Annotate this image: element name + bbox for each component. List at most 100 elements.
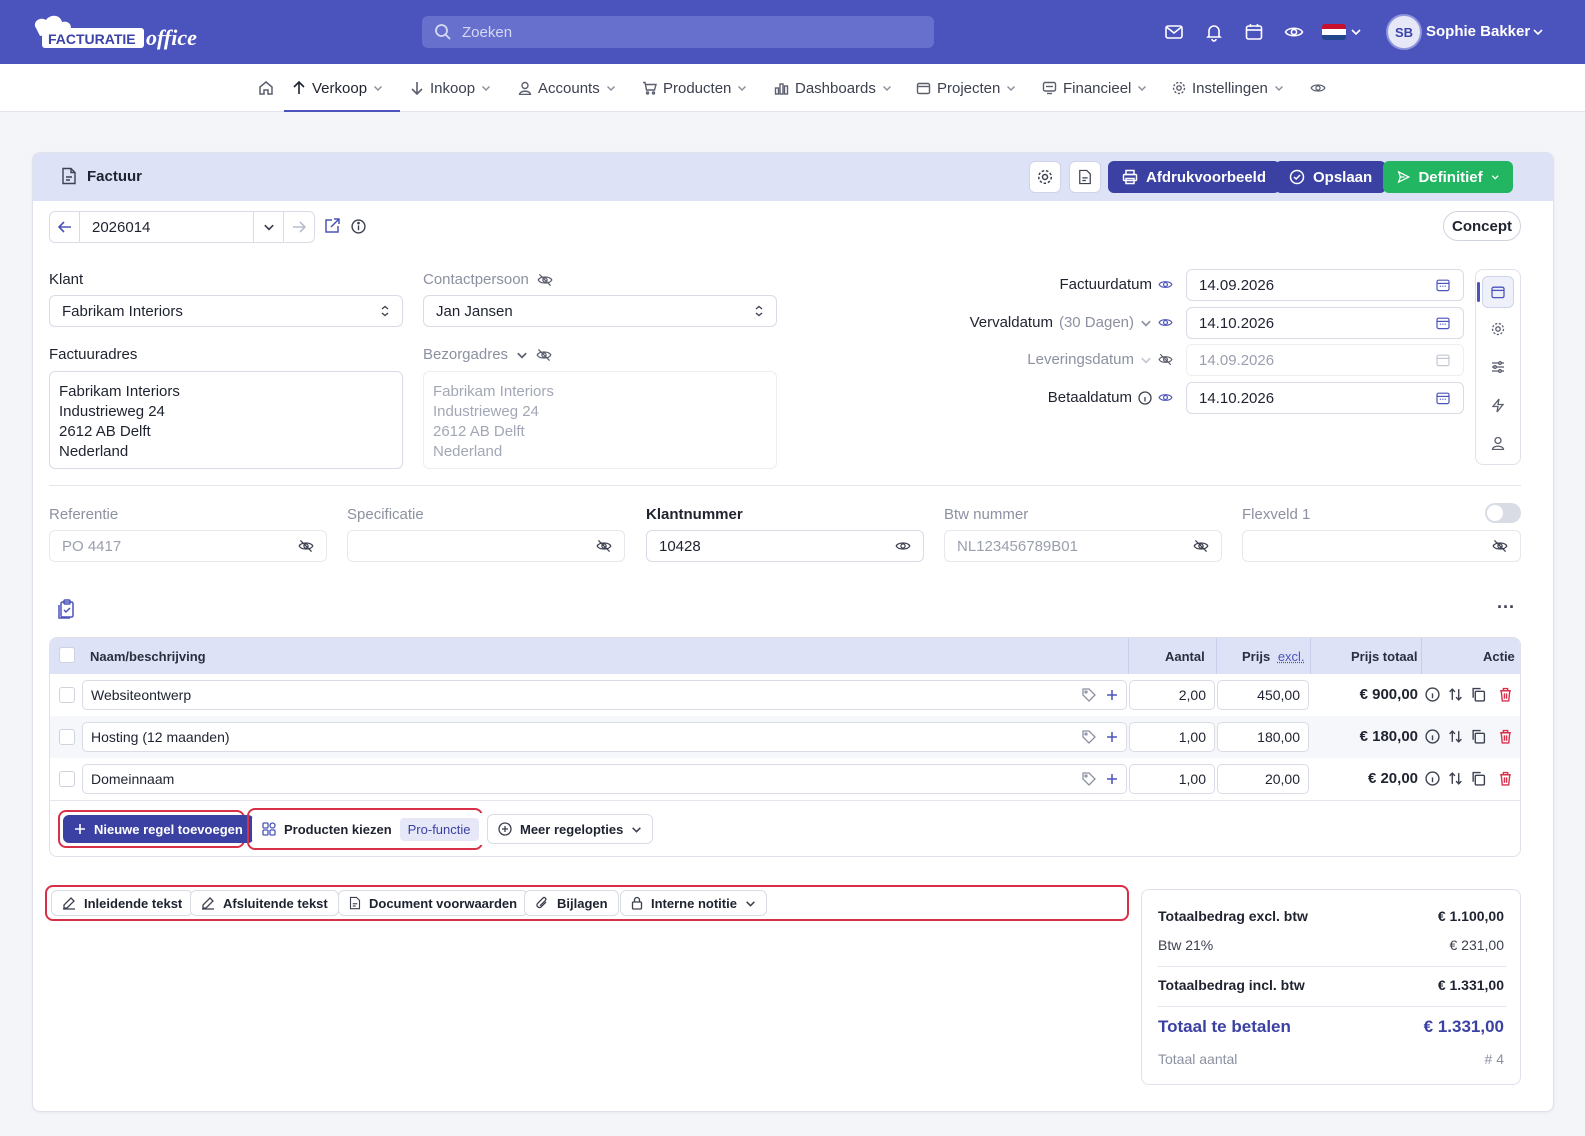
user-name[interactable]: Sophie Bakker: [1426, 23, 1530, 40]
closing-text-button[interactable]: Afsluitende tekst: [190, 890, 339, 916]
next-invoice-button[interactable]: [284, 212, 314, 242]
row-checkbox[interactable]: [59, 729, 75, 745]
vat-number-input[interactable]: NL123456789B01: [944, 530, 1222, 562]
calendar-icon[interactable]: [1244, 22, 1264, 42]
total-label: Totaal aantal: [1158, 1051, 1238, 1067]
nav-item-accounts[interactable]: Accounts: [518, 64, 616, 112]
invoice-number-input[interactable]: 2026014: [80, 212, 254, 242]
flex-field-label: Flexveld 1: [1242, 506, 1311, 523]
eye-icon[interactable]: [1284, 22, 1304, 42]
intro-text-button[interactable]: Inleidende tekst: [51, 890, 194, 916]
clipboard-icon[interactable]: [57, 599, 75, 619]
row-checkbox[interactable]: [59, 771, 75, 787]
previous-invoice-button[interactable]: [50, 212, 80, 242]
reference-input[interactable]: PO 4417: [49, 530, 327, 562]
sort-icon: [1449, 772, 1462, 785]
search-bar[interactable]: Zoeken: [422, 16, 934, 48]
reference-label: Referentie: [49, 506, 119, 523]
sliders-icon[interactable]: [1491, 360, 1505, 374]
total-incl-row: Totaalbedrag incl. btw € 1.331,00: [1158, 977, 1504, 993]
customer-number-input[interactable]: 10428: [646, 530, 924, 562]
row-checkbox[interactable]: [59, 687, 75, 703]
pdf-button[interactable]: [1069, 161, 1101, 193]
print-preview-button[interactable]: Afdrukvoorbeeld: [1108, 161, 1281, 193]
flex-field-toggle[interactable]: [1485, 503, 1521, 523]
delivery-address[interactable]: Fabrikam Interiors Industrieweg 24 2612 …: [423, 371, 777, 469]
brand-logo[interactable]: FACTURATIE office: [30, 14, 206, 50]
total-excl-row: Totaalbedrag excl. btw € 1.100,00: [1158, 908, 1504, 924]
finalize-button[interactable]: Definitief: [1383, 161, 1513, 193]
nav-item-verkoop[interactable]: Verkoop: [292, 64, 383, 112]
home-icon[interactable]: [258, 64, 274, 112]
side-calendar-button[interactable]: [1482, 276, 1514, 308]
chevron-down-icon[interactable]: [1532, 26, 1552, 46]
item-name-input[interactable]: Hosting (12 maanden): [82, 722, 1127, 752]
table-row: Hosting (12 maanden) 1,00 180,00 € 180,0…: [50, 716, 1520, 758]
lightning-icon[interactable]: [1491, 398, 1505, 413]
select-all-checkbox[interactable]: [59, 647, 75, 663]
external-link-icon[interactable]: [323, 217, 341, 235]
info-icon[interactable]: [351, 219, 366, 234]
due-hint: (30 Dagen): [1058, 314, 1134, 331]
language-flag-icon[interactable]: [1322, 24, 1346, 40]
attachments-button[interactable]: Bijlagen: [524, 890, 619, 916]
item-name-input[interactable]: Domeinnaam: [82, 764, 1127, 794]
price-input[interactable]: 450,00: [1217, 680, 1309, 710]
price-header-text: Prijs: [1242, 649, 1271, 664]
item-name-input[interactable]: Websiteontwerp: [82, 680, 1127, 710]
total-value: # 4: [1484, 1051, 1504, 1067]
monitor-icon: [1042, 81, 1057, 95]
qty-input[interactable]: 2,00: [1129, 680, 1215, 710]
mail-icon[interactable]: [1164, 22, 1184, 42]
column-divider: [1421, 638, 1422, 674]
row-actions: [1425, 687, 1513, 702]
nav-active-indicator: [284, 110, 400, 112]
settings-button[interactable]: [1029, 161, 1061, 193]
contact-select[interactable]: Jan Jansen: [423, 295, 777, 327]
field-value: PO 4417: [62, 537, 122, 555]
address-line: Nederland: [433, 443, 503, 460]
eye-icon[interactable]: [1310, 64, 1326, 112]
copy-icon: [1472, 729, 1486, 744]
price-input[interactable]: 20,00: [1217, 764, 1309, 794]
nav-item-producten[interactable]: Producten: [642, 64, 747, 112]
save-button[interactable]: Opslaan: [1275, 161, 1387, 193]
amount-due-row: Totaal te betalen € 1.331,00: [1158, 1017, 1504, 1037]
field-value: NL123456789B01: [957, 537, 1078, 555]
price-header-suffix[interactable]: excl.: [1278, 649, 1305, 664]
gear-icon[interactable]: [1491, 322, 1505, 336]
nav-item-dashboards[interactable]: Dashboards: [774, 64, 892, 112]
specification-input[interactable]: [347, 530, 625, 562]
billing-address[interactable]: Fabrikam Interiors Industrieweg 24 2612 …: [49, 371, 403, 469]
client-select[interactable]: Fabrikam Interiors: [49, 295, 403, 327]
qty-input[interactable]: 1,00: [1129, 722, 1215, 752]
qty-input[interactable]: 1,00: [1129, 764, 1215, 794]
due-date-input[interactable]: 14.10.2026: [1186, 307, 1464, 339]
document-terms-button[interactable]: Document voorwaarden: [338, 890, 529, 916]
total-label: Totaal te betalen: [1158, 1017, 1291, 1036]
nav-item-instellingen[interactable]: Instellingen: [1172, 64, 1284, 112]
add-line-button[interactable]: Nieuwe regel toevoegen: [63, 815, 254, 843]
choose-products-button[interactable]: Producten kiezen Pro-functie: [252, 813, 489, 845]
avatar[interactable]: SB: [1386, 14, 1422, 50]
delivery-address-label: Bezorgadres: [423, 346, 552, 363]
total-value: € 1.331,00: [1437, 977, 1504, 993]
invoice-number-dropdown[interactable]: [254, 212, 284, 242]
more-line-options-button[interactable]: Meer regelopties: [487, 814, 654, 844]
flex-field-input[interactable]: [1242, 530, 1521, 562]
grid-icon: [262, 822, 276, 836]
paid-date-input[interactable]: 14.10.2026: [1186, 382, 1464, 414]
user-icon[interactable]: [1491, 436, 1505, 450]
bell-icon[interactable]: [1204, 22, 1224, 42]
nav-item-inkoop[interactable]: Inkoop: [410, 64, 491, 112]
more-options-icon[interactable]: ···: [1497, 597, 1515, 618]
delivery-date-input[interactable]: 14.09.2026: [1186, 344, 1464, 376]
price-input[interactable]: 180,00: [1217, 722, 1309, 752]
address-line: Nederland: [59, 443, 129, 460]
invoice-date-input[interactable]: 14.09.2026: [1186, 269, 1464, 301]
nav-item-projecten[interactable]: Projecten: [916, 64, 1016, 112]
nav-item-financieel[interactable]: Financieel: [1042, 64, 1147, 112]
chevron-down-icon[interactable]: [1350, 26, 1370, 46]
internal-note-button[interactable]: Interne notitie: [620, 890, 767, 916]
status-badge[interactable]: Concept: [1443, 211, 1521, 241]
